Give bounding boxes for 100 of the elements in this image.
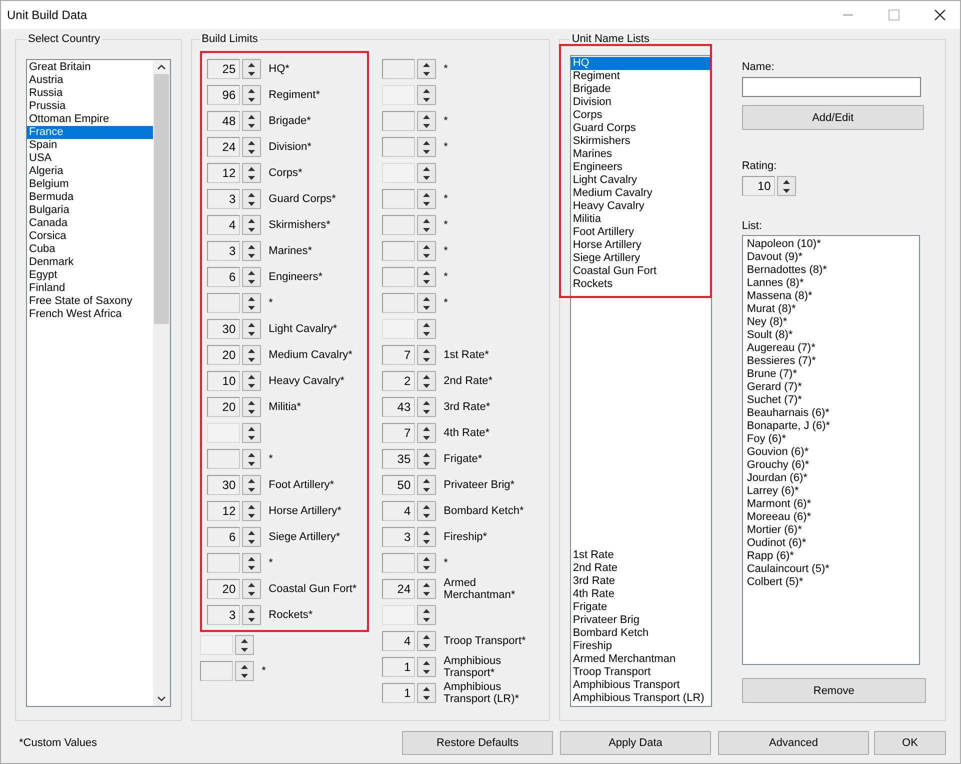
spin-down-icon[interactable]	[422, 254, 430, 258]
spin-down-icon[interactable]	[248, 254, 255, 258]
unit-type-item[interactable]: Medium Cavalry	[570, 187, 711, 200]
spin-up-icon[interactable]	[782, 180, 790, 184]
number-spinner[interactable]	[206, 553, 261, 573]
country-item[interactable]: Egypt	[27, 269, 153, 282]
country-item[interactable]: French West Africa	[27, 308, 153, 321]
country-item[interactable]: Prussia	[27, 100, 153, 113]
leader-item[interactable]: Gerard (7)*	[744, 381, 917, 394]
unit-type-item[interactable]: Privateer Brig	[570, 614, 711, 627]
leader-item[interactable]: Soult (8)*	[744, 329, 917, 342]
number-spinner[interactable]	[382, 163, 436, 183]
unit-type-item[interactable]: Heavy Cavalry	[570, 200, 711, 213]
number-spinner[interactable]	[382, 267, 436, 287]
leader-item[interactable]: Gouvion (6)*	[744, 446, 917, 459]
spin-up-icon[interactable]	[422, 400, 430, 404]
spin-down-icon[interactable]	[248, 488, 255, 492]
unit-type-item[interactable]: Engineers	[570, 161, 711, 174]
leader-item[interactable]: Marmont (6)*	[744, 498, 917, 511]
spin-up-icon[interactable]	[422, 608, 430, 612]
country-item[interactable]: Free State of Saxony	[27, 295, 153, 308]
unit-type-item[interactable]: HQ	[570, 57, 711, 70]
country-item[interactable]: Corsica	[27, 230, 153, 243]
country-item[interactable]: Bermuda	[27, 191, 153, 204]
spin-down-icon[interactable]	[248, 618, 255, 622]
country-item[interactable]: Austria	[27, 74, 153, 87]
spin-up-icon[interactable]	[422, 192, 430, 196]
spin-down-icon[interactable]	[422, 540, 430, 544]
spin-up-icon[interactable]	[422, 218, 430, 222]
leader-item[interactable]: Larrey (6)*	[744, 485, 917, 498]
spin-up-icon[interactable]	[422, 374, 430, 378]
spin-down-icon[interactable]	[248, 514, 255, 518]
scroll-down-icon[interactable]	[156, 696, 166, 702]
unit-type-item[interactable]: Foot Artillery	[570, 226, 711, 239]
leader-item[interactable]: Colbert (5)*	[744, 576, 917, 589]
spin-up-icon[interactable]	[422, 478, 430, 482]
spin-up-icon[interactable]	[248, 244, 255, 248]
leader-item[interactable]: Rapp (6)*	[744, 550, 917, 563]
spin-down-icon[interactable]	[422, 228, 430, 232]
spin-down-icon[interactable]	[422, 592, 430, 596]
spin-down-icon[interactable]	[422, 462, 430, 466]
spin-up-icon[interactable]	[248, 608, 255, 612]
unit-type-item[interactable]: Horse Artillery	[570, 239, 711, 252]
spin-down-icon[interactable]	[240, 648, 248, 652]
leader-item[interactable]: Mortier (6)*	[744, 524, 917, 537]
spin-up-icon[interactable]	[422, 88, 430, 92]
leader-item[interactable]: Bonaparte, J (6)*	[744, 420, 917, 433]
leader-item[interactable]: Davout (9)*	[744, 251, 917, 264]
country-item[interactable]: France	[27, 126, 153, 139]
spin-up-icon[interactable]	[248, 140, 255, 144]
spin-up-icon[interactable]	[248, 530, 255, 534]
spin-up-icon[interactable]	[248, 166, 255, 170]
spin-up-icon[interactable]	[422, 322, 430, 326]
spin-up-icon[interactable]	[422, 504, 430, 508]
spin-up-icon[interactable]	[422, 452, 430, 456]
leader-item[interactable]: Bessieres (7)*	[744, 355, 917, 368]
unit-type-item[interactable]: Marines	[570, 148, 711, 161]
spin-down-icon[interactable]	[422, 202, 430, 206]
scrollbar[interactable]	[152, 60, 170, 706]
number-spinner[interactable]	[382, 241, 436, 261]
name-field[interactable]	[742, 77, 921, 97]
unit-type-item[interactable]: 4th Rate	[570, 588, 711, 601]
number-spinner[interactable]	[382, 59, 436, 79]
country-item[interactable]: Finland	[27, 282, 153, 295]
spin-down-icon[interactable]	[422, 514, 430, 518]
unit-type-item[interactable]: Siege Artillery	[570, 252, 711, 265]
unit-type-item[interactable]: Frigate	[570, 601, 711, 614]
spin-up-icon[interactable]	[248, 504, 255, 508]
unit-type-item[interactable]: Brigade	[570, 83, 711, 96]
leader-item[interactable]: Caulaincourt (5)*	[744, 563, 917, 576]
spin-up-icon[interactable]	[422, 634, 430, 638]
footer-button[interactable]: Restore Defaults	[402, 731, 553, 755]
spin-up-icon[interactable]	[422, 556, 430, 560]
spin-up-icon[interactable]	[422, 166, 430, 170]
spin-down-icon[interactable]	[422, 72, 430, 76]
spin-down-icon[interactable]	[422, 280, 430, 284]
spin-down-icon[interactable]	[422, 306, 430, 310]
spin-up-icon[interactable]	[248, 88, 255, 92]
unit-type-item[interactable]: 2nd Rate	[570, 562, 711, 575]
unit-type-item[interactable]: Amphibious Transport	[570, 679, 711, 692]
number-spinner[interactable]	[382, 215, 436, 235]
unit-type-item[interactable]: Fireship	[570, 640, 711, 653]
unit-type-item[interactable]: Corps	[570, 109, 711, 122]
leader-item[interactable]: Augereau (7)*	[744, 342, 917, 355]
spin-down-icon[interactable]	[422, 410, 430, 414]
unit-type-item[interactable]: 1st Rate	[570, 549, 711, 562]
leader-item[interactable]: Jourdan (6)*	[744, 472, 917, 485]
spin-down-icon[interactable]	[248, 358, 255, 362]
spin-down-icon[interactable]	[248, 566, 255, 570]
unit-type-item[interactable]: Skirmishers	[570, 135, 711, 148]
unit-type-item[interactable]: Division	[570, 96, 711, 109]
country-item[interactable]: Cuba	[27, 243, 153, 256]
country-item[interactable]: Algeria	[27, 165, 153, 178]
remove-button[interactable]: Remove	[742, 678, 926, 703]
spin-up-icon[interactable]	[248, 374, 255, 378]
leader-item[interactable]: Foy (6)*	[744, 433, 917, 446]
spin-down-icon[interactable]	[422, 358, 430, 362]
unit-type-item[interactable]: Regiment	[570, 70, 711, 83]
number-spinner[interactable]	[206, 293, 261, 313]
spin-down-icon[interactable]	[422, 644, 430, 648]
